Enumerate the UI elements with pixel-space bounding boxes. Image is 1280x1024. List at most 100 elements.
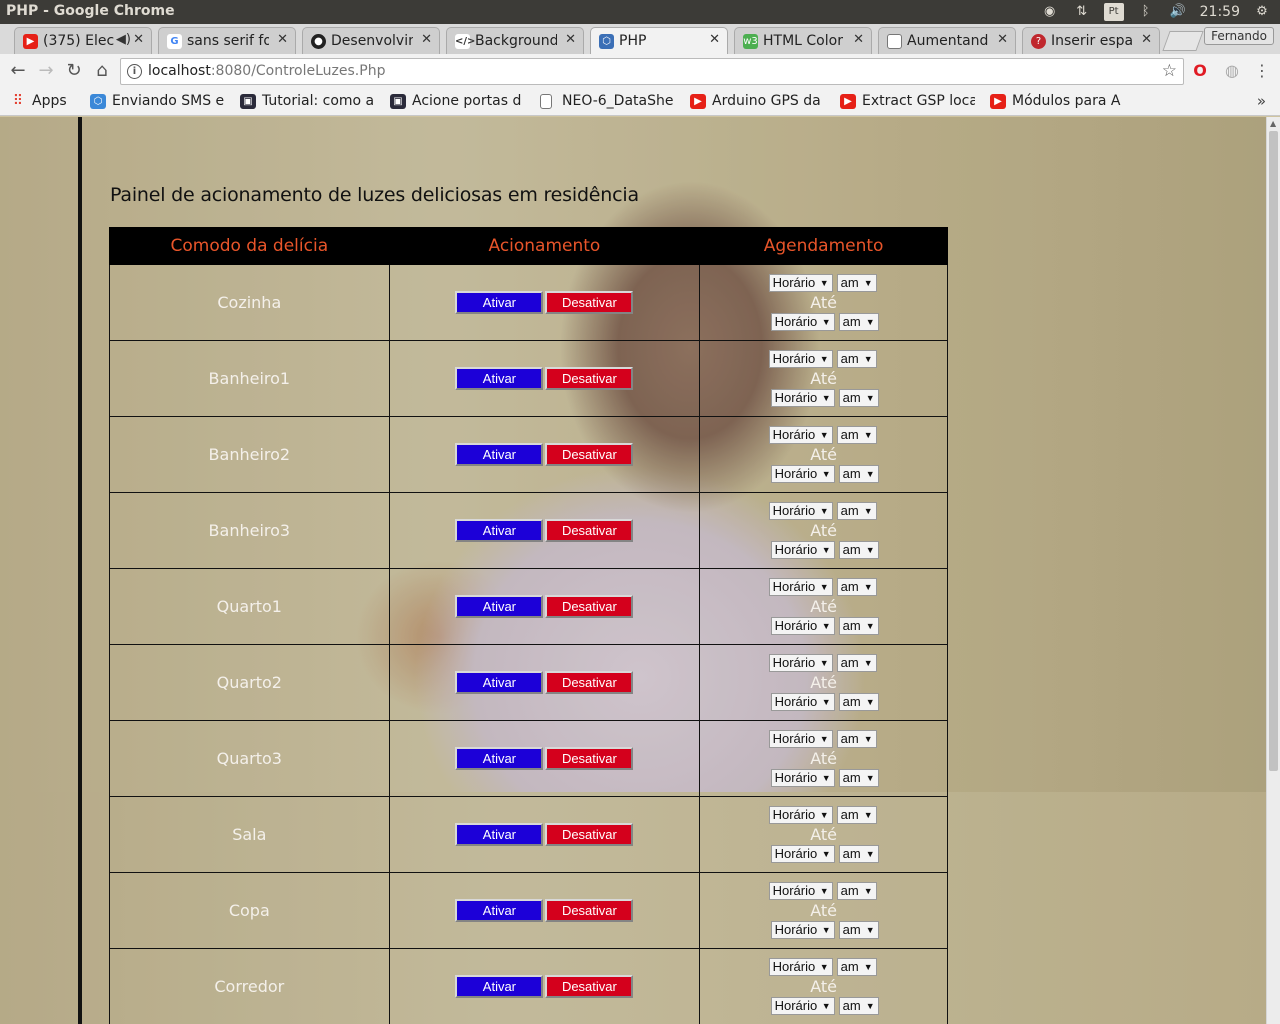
- bookmarks-overflow-chevron-icon[interactable]: »: [1257, 92, 1266, 110]
- deactivate-button[interactable]: Desativar: [545, 595, 634, 618]
- end-hour-select[interactable]: Horário ▼: [770, 768, 835, 787]
- start-hour-select[interactable]: Horário ▼: [768, 349, 833, 368]
- page-scrollbar[interactable]: ▲: [1266, 117, 1280, 1024]
- activate-button[interactable]: Ativar: [455, 443, 544, 466]
- bookmark-apps[interactable]: ⠿ Apps: [10, 93, 80, 111]
- end-hour-select[interactable]: Horário ▼: [770, 312, 835, 331]
- end-hour-select[interactable]: Horário ▼: [770, 388, 835, 407]
- tab-php-active[interactable]: ⬡ PHP ✕: [590, 27, 728, 54]
- bookmark-acione-portas[interactable]: ▣ Acione portas d: [390, 93, 525, 111]
- end-ampm-select[interactable]: am ▼: [838, 768, 879, 787]
- deactivate-button[interactable]: Desativar: [545, 899, 634, 922]
- activate-button[interactable]: Ativar: [455, 367, 544, 390]
- keyboard-layout-indicator[interactable]: Pt: [1103, 3, 1124, 21]
- info-icon[interactable]: i: [127, 64, 142, 79]
- tab-close-icon[interactable]: ✕: [997, 32, 1008, 47]
- tab-close-icon[interactable]: ✕: [277, 32, 288, 47]
- tab-youtube[interactable]: ▶ (375) Elec ◀) ✕: [14, 27, 152, 54]
- back-arrow-icon[interactable]: ←: [6, 59, 30, 83]
- start-ampm-select[interactable]: am ▼: [836, 957, 877, 976]
- start-ampm-select[interactable]: am ▼: [836, 425, 877, 444]
- scroll-thumb[interactable]: [1269, 131, 1278, 771]
- bookmark-extract-gps[interactable]: ▶ Extract GSP loca: [840, 93, 975, 111]
- start-hour-select[interactable]: Horário ▼: [768, 805, 833, 824]
- start-hour-select[interactable]: Horário ▼: [768, 425, 833, 444]
- activate-button[interactable]: Ativar: [455, 975, 544, 998]
- deactivate-button[interactable]: Desativar: [545, 291, 634, 314]
- bookmark-star-icon[interactable]: ☆: [1162, 61, 1177, 81]
- start-hour-select[interactable]: Horário ▼: [768, 273, 833, 292]
- start-hour-select[interactable]: Horário ▼: [768, 957, 833, 976]
- deactivate-button[interactable]: Desativar: [545, 747, 634, 770]
- start-hour-select[interactable]: Horário ▼: [768, 501, 833, 520]
- start-ampm-select[interactable]: am ▼: [836, 501, 877, 520]
- deactivate-button[interactable]: Desativar: [545, 975, 634, 998]
- tab-close-icon[interactable]: ✕: [565, 32, 576, 47]
- menu-kebab-icon[interactable]: ⋮: [1252, 61, 1272, 81]
- end-ampm-select[interactable]: am ▼: [838, 920, 879, 939]
- activate-button[interactable]: Ativar: [455, 519, 544, 542]
- bluetooth-icon[interactable]: ᛒ: [1136, 4, 1156, 20]
- opera-extension-icon[interactable]: O: [1190, 61, 1210, 81]
- tab-close-icon[interactable]: ✕: [421, 32, 432, 47]
- end-hour-select[interactable]: Horário ▼: [770, 692, 835, 711]
- start-ampm-select[interactable]: am ▼: [836, 653, 877, 672]
- audio-playing-icon[interactable]: ◀): [116, 32, 131, 47]
- activate-button[interactable]: Ativar: [455, 747, 544, 770]
- deactivate-button[interactable]: Desativar: [545, 519, 634, 542]
- tab-background[interactable]: </> Background ✕: [446, 27, 584, 54]
- tab-google-search[interactable]: G sans serif fo ✕: [158, 27, 296, 54]
- start-ampm-select[interactable]: am ▼: [836, 881, 877, 900]
- home-icon[interactable]: ⌂: [90, 59, 114, 83]
- tab-close-icon[interactable]: ✕: [1141, 32, 1152, 47]
- reload-icon[interactable]: ↻: [62, 59, 86, 83]
- bookmark-arduino-gps[interactable]: ▶ Arduino GPS da: [690, 93, 825, 111]
- deactivate-button[interactable]: Desativar: [545, 671, 634, 694]
- start-hour-select[interactable]: Horário ▼: [768, 653, 833, 672]
- start-hour-select[interactable]: Horário ▼: [768, 577, 833, 596]
- end-ampm-select[interactable]: am ▼: [838, 312, 879, 331]
- end-hour-select[interactable]: Horário ▼: [770, 616, 835, 635]
- end-ampm-select[interactable]: am ▼: [838, 616, 879, 635]
- tab-aumentando[interactable]: Aumentand ✕: [878, 27, 1016, 54]
- end-ampm-select[interactable]: am ▼: [838, 692, 879, 711]
- start-ampm-select[interactable]: am ▼: [836, 273, 877, 292]
- settings-gear-icon[interactable]: ⚙: [1252, 4, 1272, 20]
- end-ampm-select[interactable]: am ▼: [838, 464, 879, 483]
- activate-button[interactable]: Ativar: [455, 671, 544, 694]
- discord-icon[interactable]: ◉: [1040, 4, 1060, 20]
- tab-html-color[interactable]: w3 HTML Color ✕: [734, 27, 872, 54]
- start-ampm-select[interactable]: am ▼: [836, 577, 877, 596]
- end-ampm-select[interactable]: am ▼: [838, 540, 879, 559]
- bookmark-tutorial[interactable]: ▣ Tutorial: como a: [240, 93, 375, 111]
- network-icon[interactable]: ⇅: [1072, 4, 1092, 20]
- start-hour-select[interactable]: Horário ▼: [768, 881, 833, 900]
- bookmark-modulos[interactable]: ▶ Módulos para A: [990, 93, 1125, 111]
- profile-button[interactable]: Fernando: [1204, 27, 1274, 45]
- deactivate-button[interactable]: Desativar: [545, 443, 634, 466]
- activate-button[interactable]: Ativar: [455, 595, 544, 618]
- bookmark-enviando-sms[interactable]: ⬡ Enviando SMS e: [90, 93, 225, 111]
- end-hour-select[interactable]: Horário ▼: [770, 920, 835, 939]
- tab-close-icon[interactable]: ✕: [133, 32, 144, 47]
- forward-arrow-icon[interactable]: →: [34, 59, 58, 83]
- tab-close-icon[interactable]: ✕: [709, 32, 720, 47]
- tab-close-icon[interactable]: ✕: [853, 32, 864, 47]
- deactivate-button[interactable]: Desativar: [545, 367, 634, 390]
- end-hour-select[interactable]: Horário ▼: [770, 996, 835, 1015]
- scroll-up-arrow-icon[interactable]: ▲: [1270, 119, 1276, 128]
- tab-inserir-espaco[interactable]: ? Inserir espa ✕: [1022, 27, 1160, 54]
- clock[interactable]: 21:59: [1200, 4, 1240, 20]
- volume-icon[interactable]: 🔊: [1168, 4, 1188, 20]
- end-hour-select[interactable]: Horário ▼: [770, 540, 835, 559]
- end-hour-select[interactable]: Horário ▼: [770, 844, 835, 863]
- deactivate-button[interactable]: Desativar: [545, 823, 634, 846]
- start-ampm-select[interactable]: am ▼: [836, 805, 877, 824]
- activate-button[interactable]: Ativar: [455, 291, 544, 314]
- address-bar[interactable]: i localhost:8080/ControleLuzes.Php ☆: [120, 58, 1184, 85]
- bookmark-neo6-datasheet[interactable]: NEO-6_DataShe: [540, 93, 675, 111]
- end-ampm-select[interactable]: am ▼: [838, 844, 879, 863]
- start-ampm-select[interactable]: am ▼: [836, 729, 877, 748]
- extension-icon[interactable]: ◍: [1222, 61, 1242, 81]
- start-ampm-select[interactable]: am ▼: [836, 349, 877, 368]
